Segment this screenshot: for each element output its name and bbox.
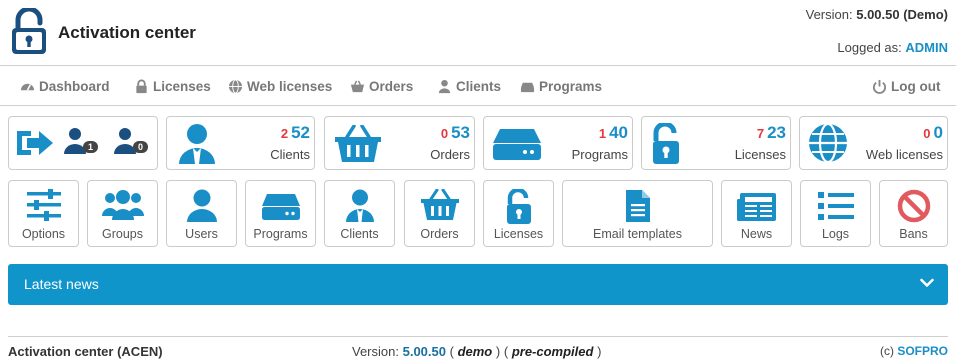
session-card[interactable]: 1 0 <box>8 116 158 170</box>
nav-dashboard[interactable]: Dashboard <box>20 79 110 94</box>
dashboard-icon <box>20 83 35 91</box>
basket-icon <box>335 125 381 162</box>
unlock-logo-icon <box>12 8 46 54</box>
footer-copyright: (c) SOFPRO <box>879 344 948 358</box>
drive-icon <box>520 82 535 93</box>
document-icon <box>625 190 650 222</box>
tile-email-templates[interactable]: Email templates <box>562 180 713 247</box>
logout-button[interactable]: Log out <box>872 79 940 94</box>
tile-programs[interactable]: Programs <box>245 180 316 247</box>
tile-options[interactable]: Options <box>8 180 79 247</box>
footer-version: Version: 5.00.50 ( demo ) ( pre-compiled… <box>352 344 602 359</box>
tile-options-label: Options <box>21 227 66 241</box>
tile-news-label: News <box>740 227 773 241</box>
tile-groups-label: Groups <box>102 227 143 241</box>
tile-email-templates-label: Email templates <box>593 227 682 241</box>
app-title: Activation center <box>58 23 196 42</box>
tile-logs-label: Logs <box>821 227 850 241</box>
unlock-icon <box>506 189 531 224</box>
tile-groups[interactable]: Groups <box>87 180 158 247</box>
orders-count: 0 53 <box>440 123 470 142</box>
client-icon <box>179 124 215 164</box>
tile-orders[interactable]: Orders <box>404 180 475 247</box>
footer-app-name: Activation center (ACEN) <box>8 344 163 359</box>
programs-count: 1 40 <box>598 123 628 142</box>
tile-bans[interactable]: Bans <box>879 180 948 247</box>
latest-news-panel[interactable]: Latest news <box>8 264 948 305</box>
programs-label: Programs <box>571 147 628 162</box>
company-link[interactable]: SOFPRO <box>897 344 948 358</box>
tile-news[interactable]: News <box>721 180 792 247</box>
web-licenses-label: Web licenses <box>865 147 943 162</box>
tile-clients[interactable]: Clients <box>324 180 395 247</box>
tile-users[interactable]: Users <box>166 180 237 247</box>
clients-count: 2 52 <box>280 123 310 142</box>
stat-card-programs[interactable]: 1 40 Programs <box>483 116 633 170</box>
drive-icon <box>493 129 541 160</box>
tile-users-label: Users <box>185 227 218 241</box>
sign-in-icon <box>17 131 53 155</box>
list-icon <box>817 192 854 220</box>
latest-news-title: Latest news <box>24 276 99 292</box>
user-icon <box>438 79 451 94</box>
licenses-label: Licenses <box>734 147 786 162</box>
online-count-badge: 1 <box>83 141 98 153</box>
newspaper-icon <box>736 193 776 221</box>
header: Activation center Version: 5.00.50 (Demo… <box>0 0 956 66</box>
nav-programs[interactable]: Programs <box>520 79 602 94</box>
nav-clients[interactable]: Clients <box>437 79 501 94</box>
tile-logs[interactable]: Logs <box>800 180 871 247</box>
licenses-count: 7 23 <box>756 123 786 142</box>
ban-icon <box>897 189 930 223</box>
basket-icon <box>350 80 365 93</box>
tile-orders-label: Orders <box>420 227 459 241</box>
globe-icon <box>228 79 243 94</box>
clients-label: Clients <box>270 147 310 162</box>
group-icon <box>101 190 144 220</box>
nav-web-licenses[interactable]: Web licenses <box>228 79 332 94</box>
user-icon <box>186 189 217 222</box>
stat-card-orders[interactable]: 0 53 Orders <box>324 116 475 170</box>
username-link[interactable]: ADMIN <box>905 40 948 55</box>
basket-icon <box>420 189 459 220</box>
drive-icon <box>261 194 300 220</box>
orders-label: Orders <box>430 147 470 162</box>
power-icon <box>872 79 887 94</box>
tile-bans-label: Bans <box>899 227 928 241</box>
globe-icon <box>809 123 847 163</box>
chevron-down-icon[interactable] <box>920 278 934 288</box>
logged-as: Logged as: ADMIN <box>837 40 948 55</box>
version-info: Version: 5.00.50 (Demo) <box>805 7 948 22</box>
web-licenses-count: 00 <box>923 123 943 142</box>
stat-card-web-licenses[interactable]: 00 Web licenses <box>799 116 948 170</box>
sliders-icon <box>26 189 61 221</box>
tile-programs-label: Programs <box>253 227 308 241</box>
unlock-icon <box>653 123 679 164</box>
lock-icon <box>136 79 147 94</box>
offline-count-badge: 0 <box>133 141 148 153</box>
client-icon <box>345 189 374 222</box>
tile-licenses[interactable]: Licenses <box>483 180 554 247</box>
stat-card-licenses[interactable]: 7 23 Licenses <box>641 116 791 170</box>
footer: Activation center (ACEN) Version: 5.00.5… <box>8 336 948 362</box>
main-nav: Dashboard Licenses Web licenses Orders C… <box>0 67 956 106</box>
stat-card-clients[interactable]: 2 52 Clients <box>166 116 315 170</box>
tile-clients-label: Clients <box>340 227 379 241</box>
nav-orders[interactable]: Orders <box>350 79 413 94</box>
tile-licenses-label: Licenses <box>493 227 544 241</box>
nav-licenses[interactable]: Licenses <box>134 79 211 94</box>
